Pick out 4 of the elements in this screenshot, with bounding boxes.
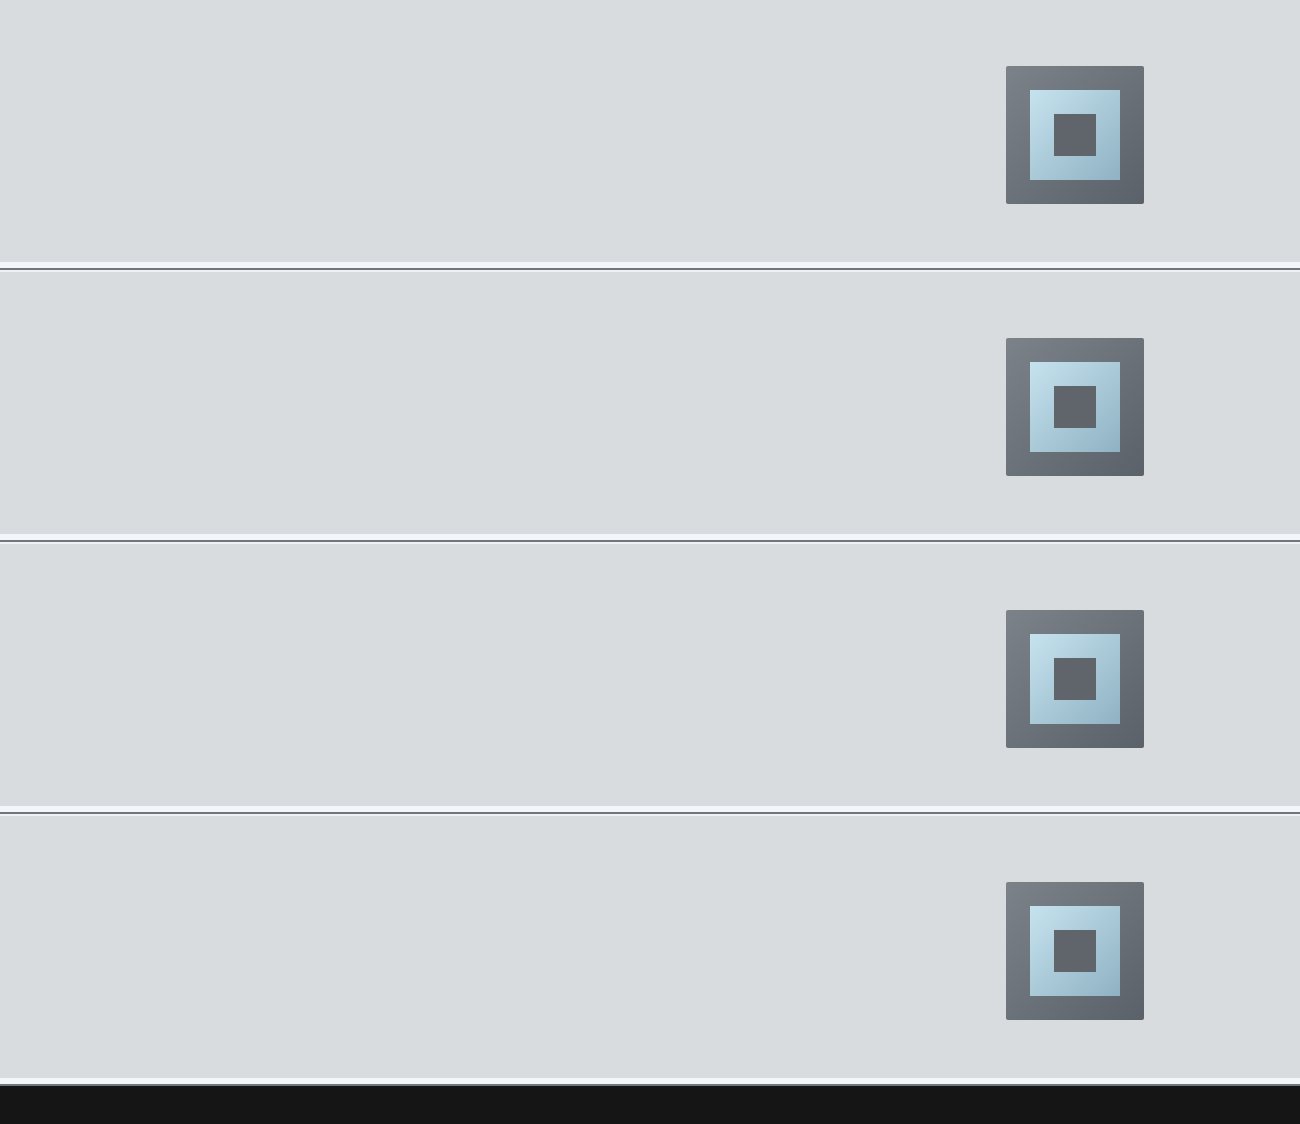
square-button[interactable] [1006, 65, 1144, 203]
square-button[interactable] [1006, 881, 1144, 1019]
square-button[interactable] [1006, 609, 1144, 747]
square-button[interactable] [1006, 337, 1144, 475]
